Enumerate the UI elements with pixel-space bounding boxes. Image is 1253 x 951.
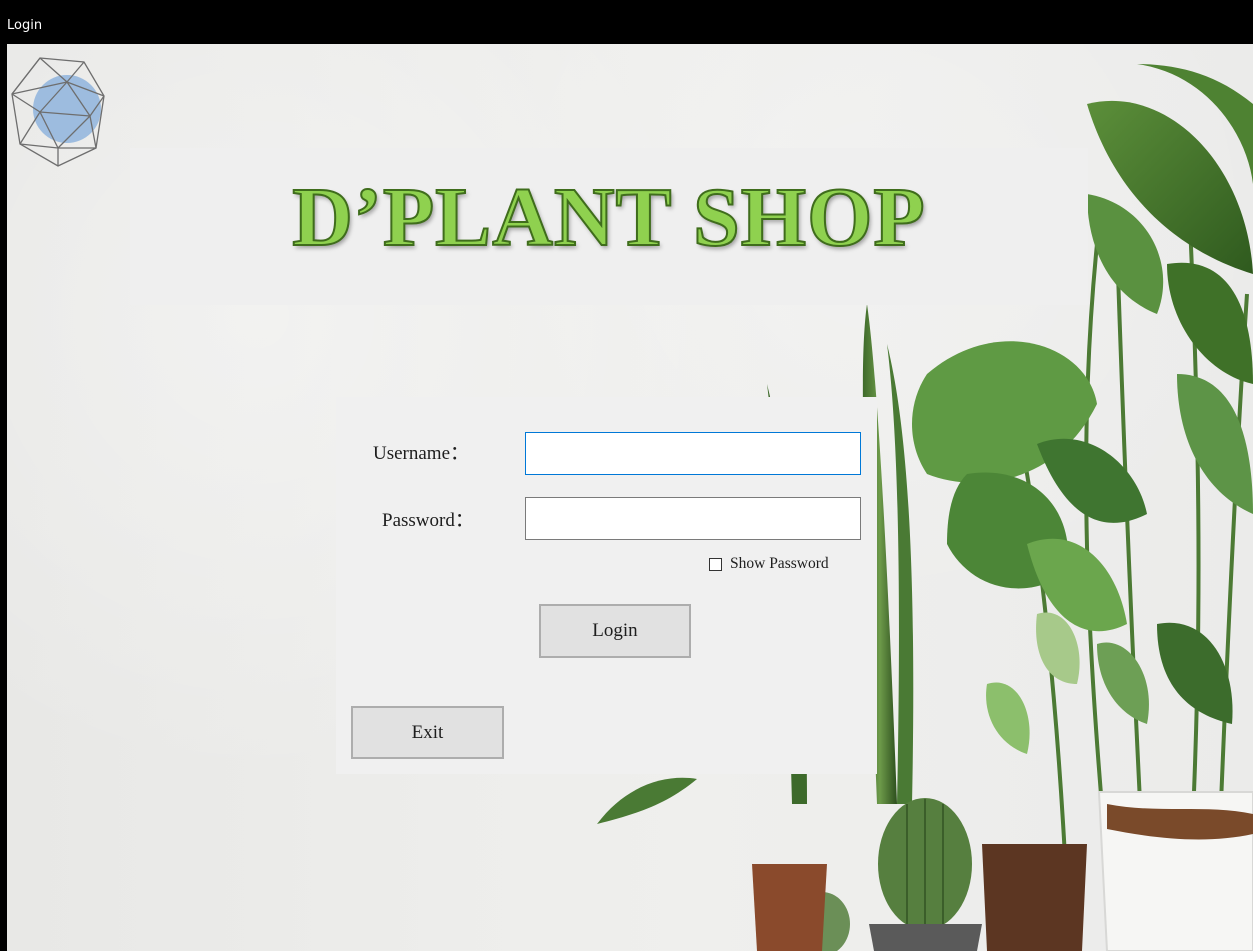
username-label: Username： <box>373 443 470 464</box>
show-password-label: Show Password <box>730 555 829 572</box>
background-photo: D’PLANT SHOP Username： Password： Show Pa… <box>7 44 1253 951</box>
username-input[interactable] <box>525 432 861 475</box>
show-password-toggle[interactable]: Show Password <box>709 555 829 573</box>
login-button[interactable]: Login <box>539 604 691 658</box>
geodesic-logo-icon <box>11 57 105 167</box>
shop-banner: D’PLANT SHOP <box>130 148 1088 305</box>
password-label: Password： <box>382 510 474 531</box>
exit-button[interactable]: Exit <box>351 706 504 759</box>
password-input[interactable] <box>525 497 861 540</box>
shop-title: D’PLANT SHOP <box>291 170 926 265</box>
title-bar[interactable]: Login <box>7 7 1253 44</box>
login-window: Login D’PLANT SHOP Username： Password： S… <box>7 7 1253 951</box>
login-panel: Username： Password： Show Password Login … <box>336 397 877 774</box>
checkbox-icon[interactable] <box>709 557 722 571</box>
window-title: Login <box>7 18 43 33</box>
